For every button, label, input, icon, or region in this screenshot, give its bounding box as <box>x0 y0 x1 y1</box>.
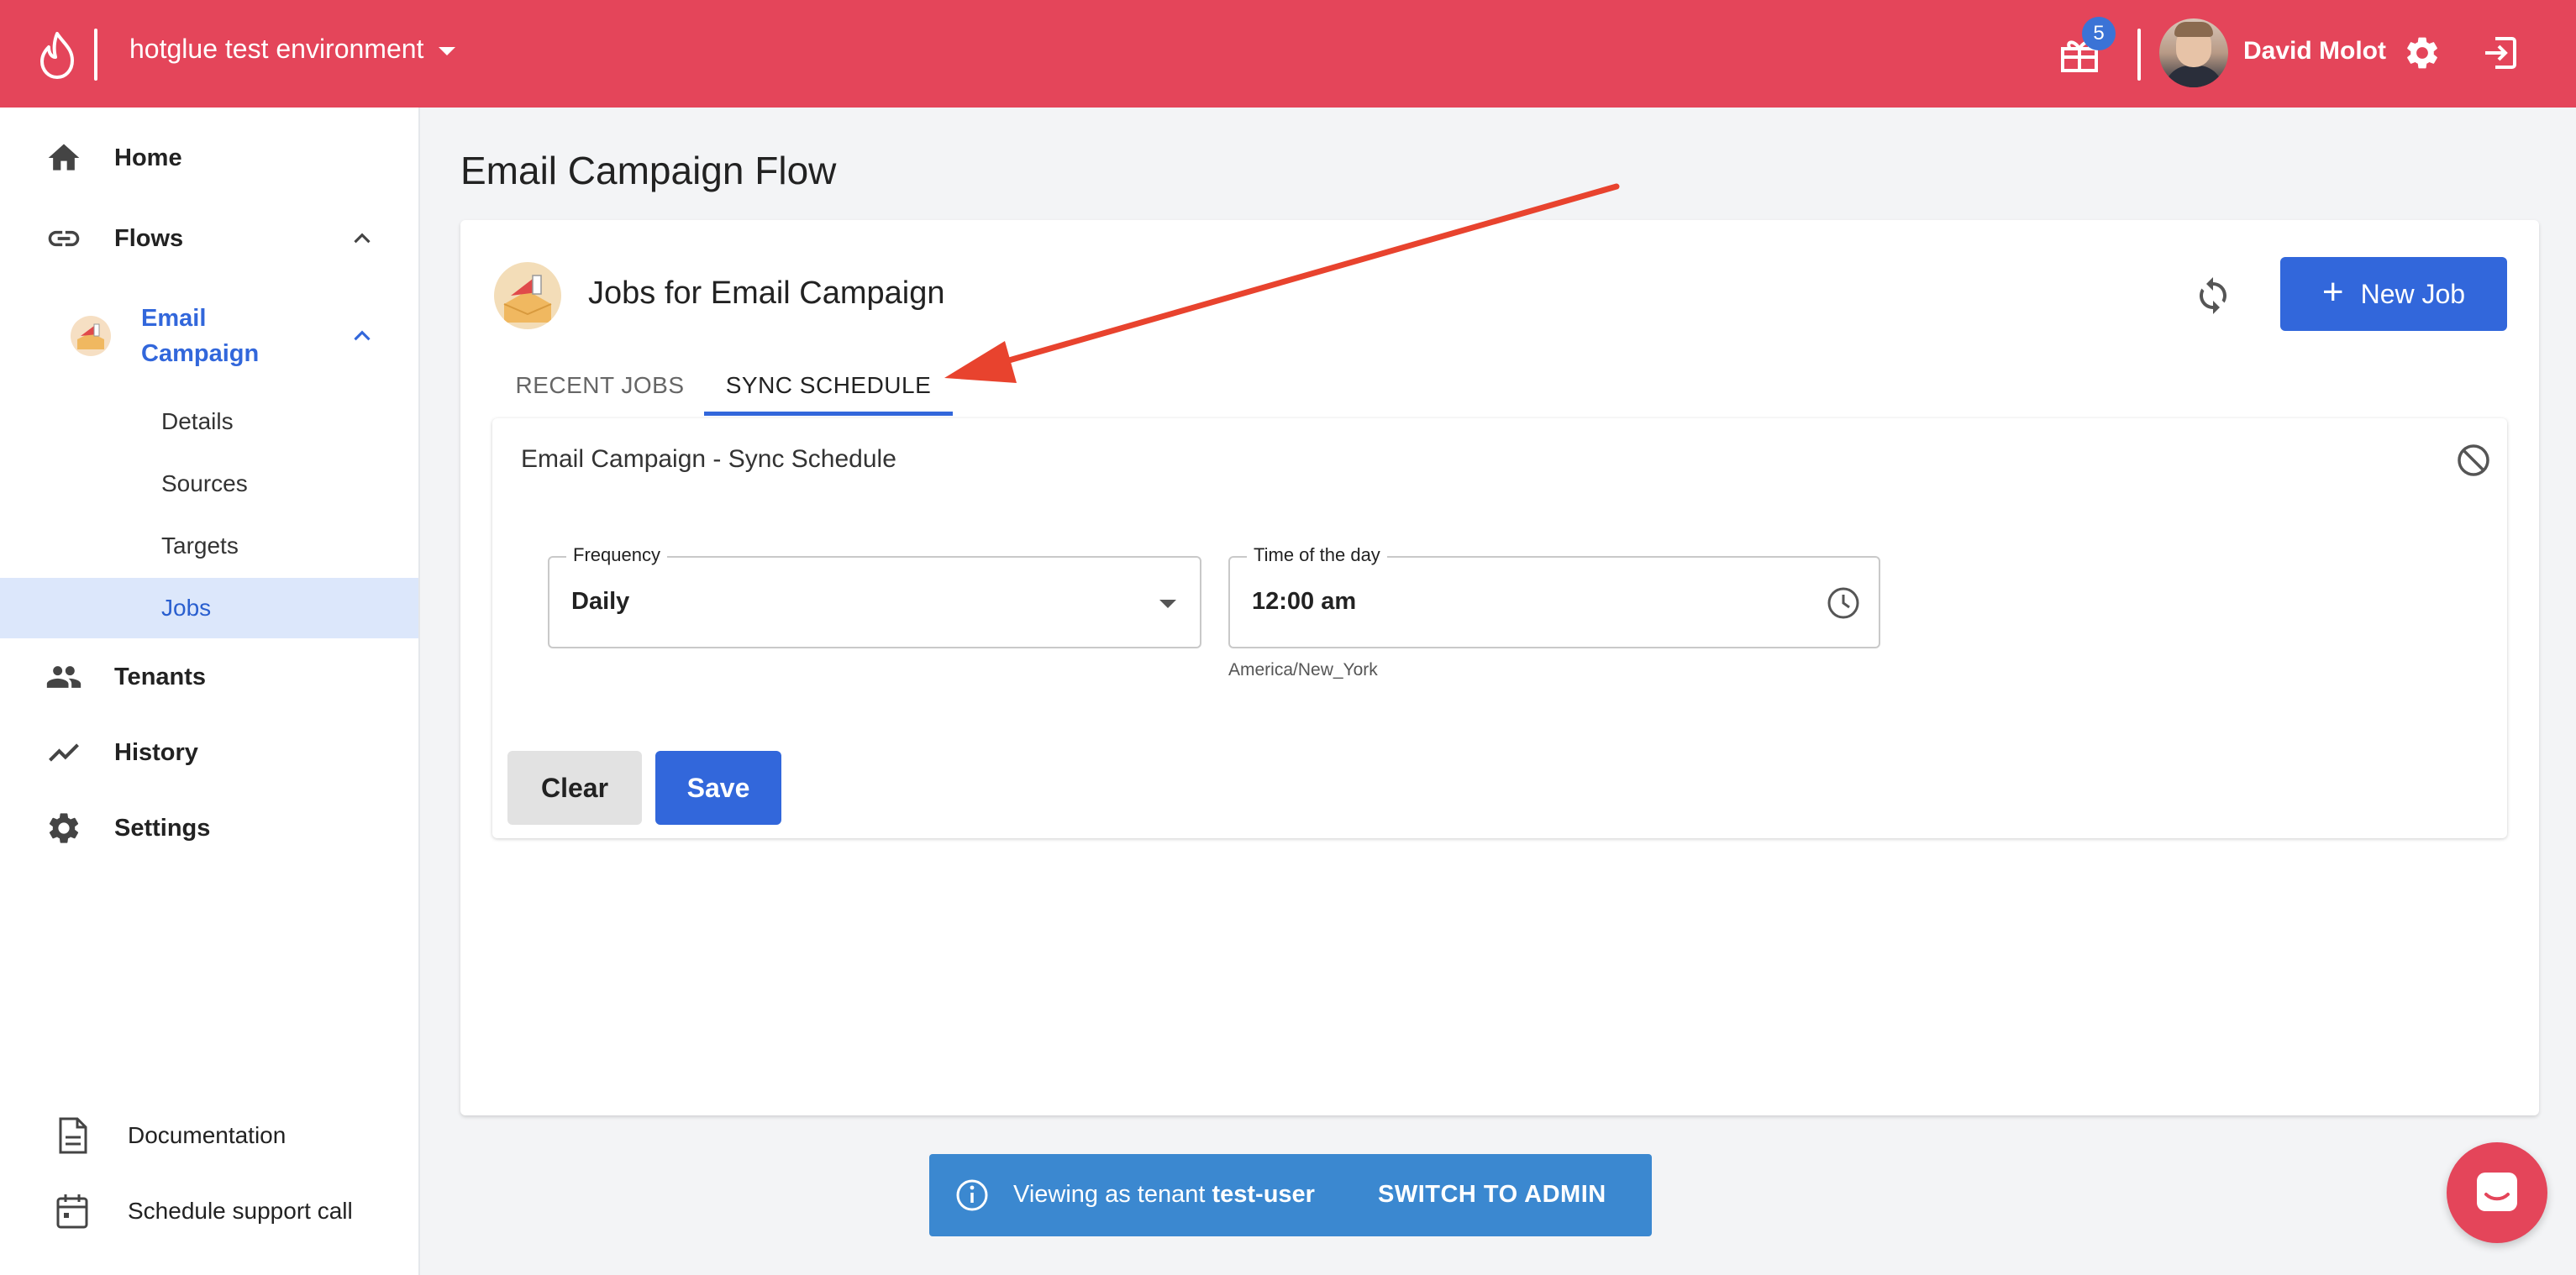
sidebar-item-history[interactable]: History <box>0 722 418 783</box>
gear-icon[interactable] <box>2403 34 2442 72</box>
sidebar-subitem-label: Targets <box>161 533 239 559</box>
chat-icon <box>2477 1173 2517 1211</box>
page-title: Email Campaign Flow <box>460 149 837 192</box>
plus-icon: + <box>2321 271 2344 312</box>
dropdown-arrow-icon <box>1159 600 1176 608</box>
sync-schedule-title: Email Campaign - Sync Schedule <box>521 445 896 473</box>
frequency-value: Daily <box>571 588 630 615</box>
schedule-support-call-link[interactable]: Schedule support call <box>0 1181 418 1241</box>
gear-icon <box>49 813 79 843</box>
flame-logo-icon[interactable] <box>34 30 81 81</box>
time-label: Time of the day <box>1247 544 1387 566</box>
caret-down-icon <box>439 46 456 55</box>
sidebar-item-label: Tenants <box>114 663 207 690</box>
info-icon <box>956 1179 988 1211</box>
header-divider <box>94 29 97 81</box>
environment-name: hotglue test environment <box>129 34 424 64</box>
notification-badge: 5 <box>2082 17 2116 50</box>
home-icon <box>48 144 80 171</box>
email-campaign-label: Email Campaign <box>141 301 259 371</box>
sidebar-item-jobs[interactable]: Jobs <box>0 578 418 638</box>
sidebar-subitem-label: Details <box>161 408 234 434</box>
tenant-banner-text: Viewing as tenant test-user <box>1013 1181 1315 1209</box>
schedule-support-call-label: Schedule support call <box>128 1198 353 1224</box>
environment-selector[interactable]: hotglue test environment <box>129 34 456 65</box>
email-campaign-label-line1: Email <box>141 305 207 332</box>
email-campaign-label-line2: Campaign <box>141 340 260 367</box>
documentation-link[interactable]: Documentation <box>0 1105 418 1166</box>
clear-button[interactable]: Clear <box>507 751 642 825</box>
sidebar-item-sources[interactable]: Sources <box>0 454 418 514</box>
tab-sync-schedule[interactable]: SYNC SCHEDULE <box>704 354 953 417</box>
top-bar: hotglue test environment 5 David Molot <box>0 0 2576 108</box>
sidebar: Home Flows Email Campaign Details Source… <box>0 108 420 1275</box>
sidebar-item-details[interactable]: Details <box>0 391 418 452</box>
document-icon <box>59 1117 87 1154</box>
sidebar-subitem-label: Jobs <box>161 595 212 621</box>
timezone-helper-text: America/New_York <box>1228 660 1378 679</box>
sidebar-item-flows[interactable]: Flows <box>0 208 418 269</box>
sidebar-item-label: History <box>114 738 198 766</box>
active-tab-indicator <box>704 412 953 416</box>
card-title: Jobs for Email Campaign <box>588 275 945 311</box>
new-job-label: New Job <box>2360 278 2466 309</box>
people-icon <box>46 666 81 688</box>
documentation-label: Documentation <box>128 1122 287 1148</box>
frequency-label: Frequency <box>566 544 667 566</box>
sidebar-item-label: Flows <box>114 224 184 252</box>
header-divider-2 <box>2137 29 2141 81</box>
email-campaign-logo-icon <box>71 316 111 356</box>
sidebar-item-targets[interactable]: Targets <box>0 516 418 576</box>
new-job-button[interactable]: + New Job <box>2280 257 2507 331</box>
chevron-up-icon[interactable] <box>348 224 376 253</box>
avatar[interactable] <box>2159 18 2228 87</box>
sidebar-item-tenants[interactable]: Tenants <box>0 647 418 707</box>
time-value: 12:00 am <box>1252 588 1357 615</box>
tab-recent-jobs[interactable]: RECENT JOBS <box>511 354 689 417</box>
link-icon <box>48 230 80 247</box>
refresh-icon[interactable] <box>2193 275 2233 316</box>
chat-launcher-button[interactable] <box>2447 1142 2547 1243</box>
frequency-select[interactable]: Frequency Daily <box>548 544 1201 648</box>
calendar-icon <box>56 1194 88 1229</box>
save-button[interactable]: Save <box>655 751 781 825</box>
sidebar-item-label: Settings <box>114 814 211 842</box>
tenant-banner-prefix: Viewing as tenant <box>1013 1181 1212 1208</box>
chevron-up-icon[interactable] <box>348 322 376 350</box>
tenant-name: test-user <box>1212 1181 1315 1208</box>
sidebar-item-settings[interactable]: Settings <box>0 798 418 858</box>
time-of-day-input[interactable]: Time of the day 12:00 am <box>1228 544 1880 648</box>
sidebar-subitem-label: Sources <box>161 470 248 496</box>
tenant-banner: Viewing as tenant test-user SWITCH TO AD… <box>929 1154 1652 1236</box>
user-name[interactable]: David Molot <box>2243 37 2386 66</box>
sidebar-item-home[interactable]: Home <box>0 128 418 188</box>
trend-icon <box>49 743 79 762</box>
disable-schedule-icon[interactable] <box>2455 442 2492 479</box>
logout-icon[interactable] <box>2480 34 2519 72</box>
clock-icon[interactable] <box>1825 585 1862 622</box>
email-campaign-logo-icon <box>494 262 561 329</box>
sidebar-item-email-campaign[interactable]: Email Campaign <box>0 294 418 378</box>
switch-to-admin-button[interactable]: SWITCH TO ADMIN <box>1378 1181 1606 1209</box>
annotation-arrow <box>944 183 1620 383</box>
sidebar-item-label: Home <box>114 144 182 171</box>
